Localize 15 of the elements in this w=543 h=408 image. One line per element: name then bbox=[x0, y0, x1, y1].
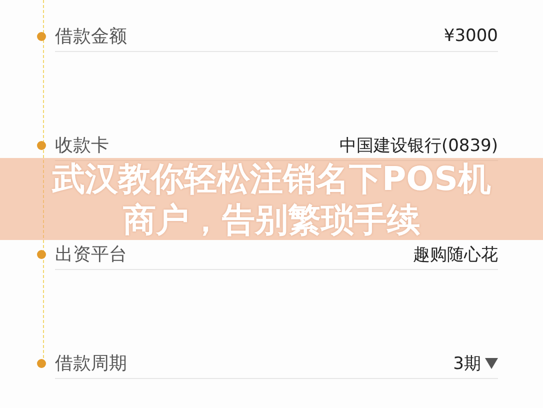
select-field[interactable]: 借款周期 3期 bbox=[55, 348, 498, 379]
caret-icon bbox=[485, 358, 498, 368]
field-value: ¥3000 bbox=[444, 26, 498, 46]
field-value: 3期 bbox=[453, 352, 481, 374]
timeline-dot bbox=[37, 359, 46, 368]
banner-title: 武汉教你轻松注销名下POS机商户，告别繁琐手续 bbox=[50, 158, 492, 240]
field-label: 借款金额 bbox=[55, 25, 127, 48]
timeline-dot bbox=[37, 141, 46, 150]
timeline-dot bbox=[37, 250, 46, 259]
field-label: 出资平台 bbox=[55, 243, 127, 266]
timeline-dot bbox=[37, 32, 46, 41]
field-value: 趣购随心花 bbox=[413, 244, 498, 266]
field-value: 中国建设银行(0839) bbox=[339, 134, 498, 156]
field-label: 借款周期 bbox=[55, 352, 127, 375]
field-label: 收款卡 bbox=[55, 134, 109, 157]
